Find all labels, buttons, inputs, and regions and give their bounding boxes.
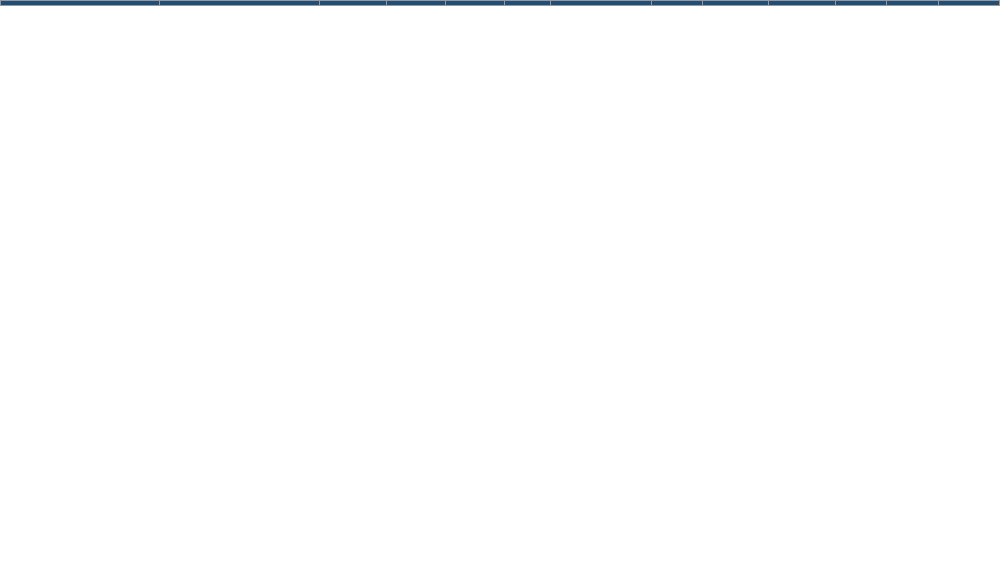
header-tdp	[504, 1, 551, 6]
specs-table	[0, 0, 1000, 6]
header-type	[1, 1, 160, 6]
header-gpu-eu	[651, 1, 702, 6]
header-turbo-freq	[445, 1, 504, 6]
header-base-freq	[387, 1, 446, 6]
header-base-freq-mhz	[703, 1, 769, 6]
header-processor	[160, 1, 319, 6]
header-inband-ecc	[938, 1, 999, 6]
header-pcie-gen	[835, 1, 886, 6]
header-graphics	[551, 1, 652, 6]
header-sata-gen	[887, 1, 938, 6]
header-cores	[319, 1, 386, 6]
header-burst-freq	[769, 1, 835, 6]
